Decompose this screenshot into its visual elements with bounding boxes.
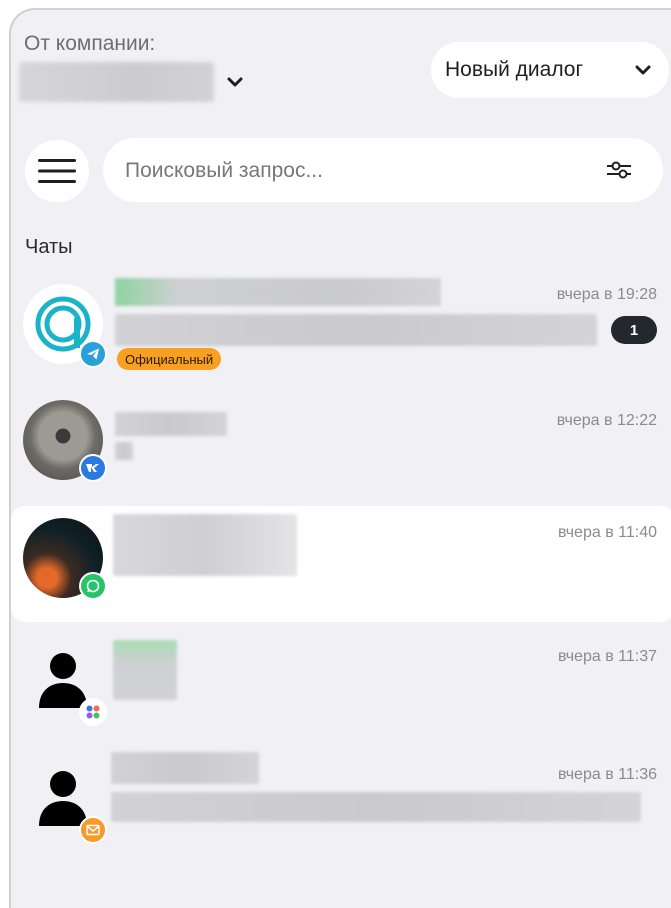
new-dialog-label: Новый диалог	[445, 58, 584, 81]
search-bar	[103, 138, 663, 204]
chevron-down-icon	[635, 65, 651, 75]
chat-list-item[interactable]: вчера в 19:28 1 Официальный	[11, 272, 671, 388]
chats-heading: Чаты	[25, 236, 73, 258]
message-time: вчера в 11:40	[557, 524, 657, 541]
message-time: вчера в 11:37	[557, 648, 657, 665]
telegram-icon	[79, 340, 107, 368]
message-preview-redacted	[111, 792, 641, 822]
message-preview-redacted	[115, 442, 133, 460]
company-label: От компании:	[24, 32, 156, 55]
new-dialog-button[interactable]: Новый диалог	[431, 42, 669, 98]
message-preview-redacted	[115, 314, 597, 346]
message-time: вчера в 19:28	[556, 286, 657, 303]
whatsapp-icon	[79, 572, 107, 600]
message-time: вчера в 12:22	[556, 412, 657, 429]
dots-icon	[79, 698, 107, 726]
menu-button[interactable]	[25, 140, 89, 202]
filter-icon[interactable]	[605, 158, 633, 182]
search-input[interactable]	[123, 138, 587, 204]
chat-panel: От компании: Новый диалог Чаты	[9, 8, 671, 908]
chat-title-redacted	[115, 412, 227, 436]
chat-list-item[interactable]: вчера в 11:37	[11, 624, 671, 740]
chat-list-item[interactable]: вчера в 12:22	[11, 392, 671, 508]
chat-list-item-selected[interactable]: вчера в 11:40	[11, 506, 671, 622]
chat-title-redacted	[113, 640, 177, 700]
chat-title-redacted	[111, 752, 259, 784]
chat-list-item[interactable]: вчера в 11:36	[11, 742, 671, 858]
unread-count-badge: 1	[611, 316, 657, 344]
chevron-down-icon[interactable]	[223, 70, 247, 94]
vk-icon	[79, 454, 107, 482]
chat-title-redacted	[113, 514, 297, 576]
message-time: вчера в 11:36	[557, 766, 657, 783]
chat-title-redacted	[115, 278, 441, 306]
email-icon	[79, 816, 107, 844]
hamburger-icon	[38, 159, 76, 183]
company-name-redacted[interactable]	[19, 62, 214, 102]
official-tag: Официальный	[117, 348, 222, 370]
